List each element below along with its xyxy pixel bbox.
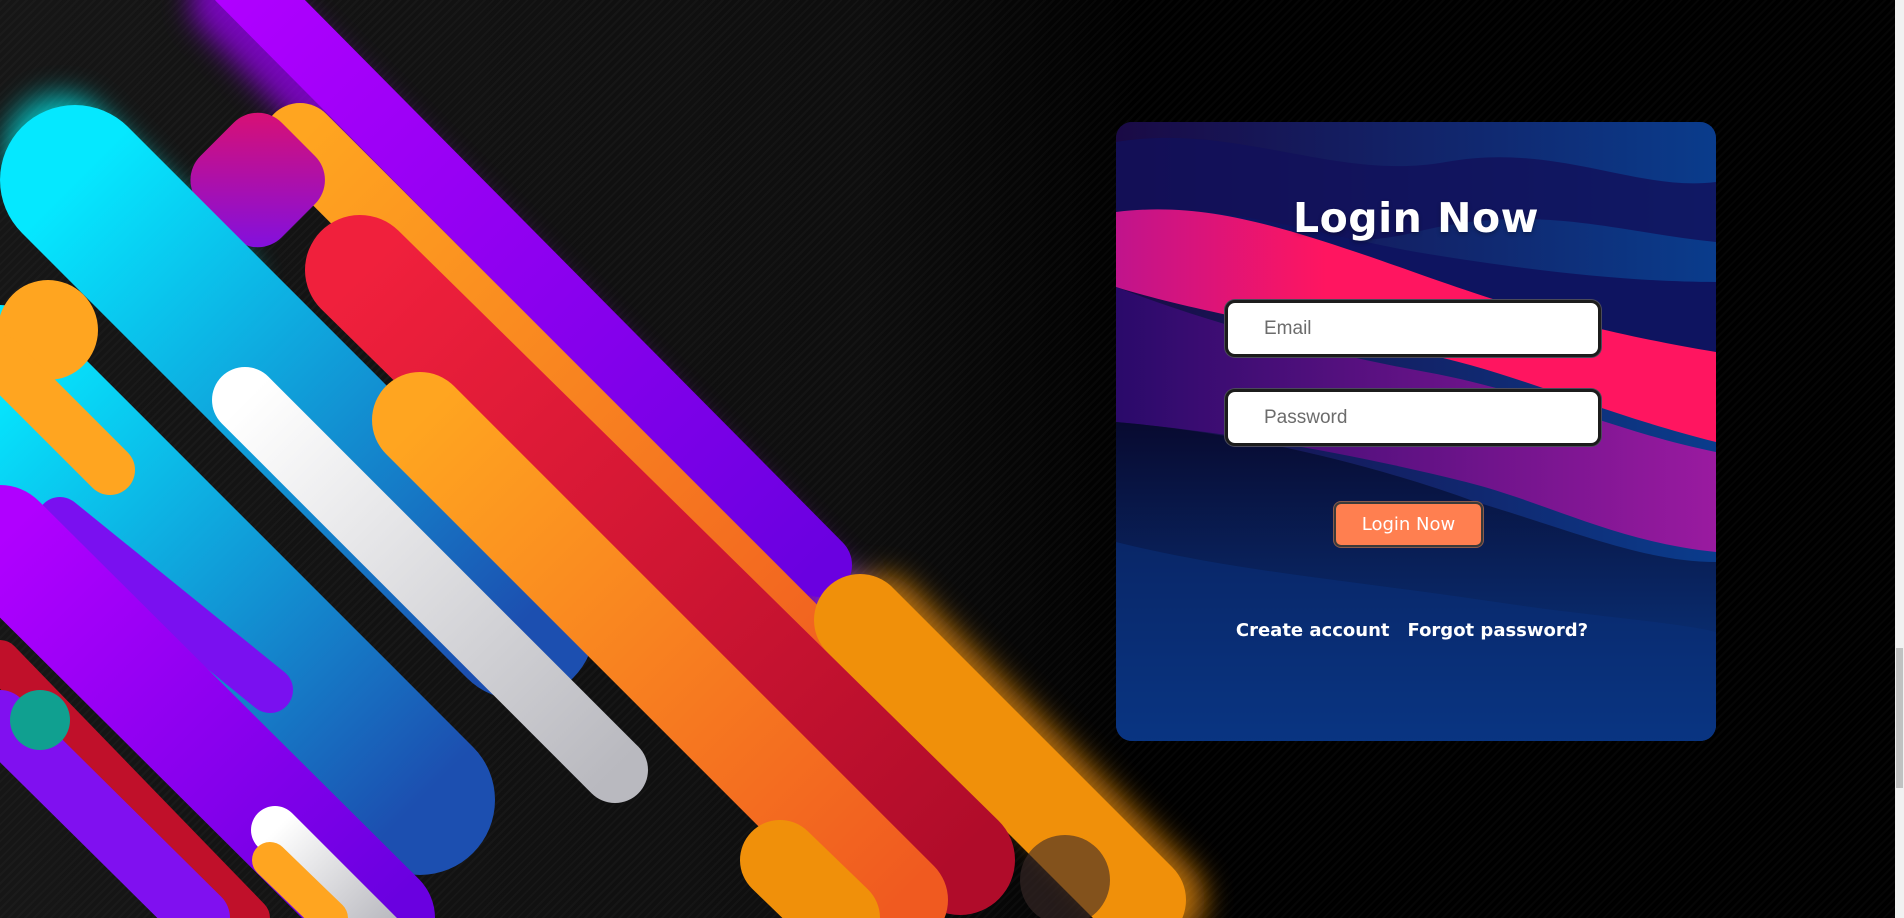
- login-button[interactable]: Login Now: [1334, 502, 1483, 547]
- login-form: Login Now Login Now Create account Forgo…: [1116, 122, 1716, 741]
- email-field-wrapper: [1225, 300, 1601, 357]
- login-title: Login Now: [1292, 194, 1539, 242]
- email-input[interactable]: [1228, 303, 1598, 354]
- create-account-link[interactable]: Create account: [1236, 620, 1390, 641]
- login-card: Login Now Login Now Create account Forgo…: [1116, 122, 1716, 741]
- account-links: Create account Forgot password?: [1116, 620, 1716, 641]
- password-input[interactable]: [1228, 392, 1598, 443]
- forgot-password-link[interactable]: Forgot password?: [1408, 620, 1589, 641]
- password-field-wrapper: [1225, 389, 1601, 446]
- login-page: Login Now Login Now Create account Forgo…: [0, 0, 1904, 918]
- scrollbar-thumb[interactable]: [1896, 648, 1903, 788]
- vertical-scrollbar[interactable]: [1895, 0, 1904, 918]
